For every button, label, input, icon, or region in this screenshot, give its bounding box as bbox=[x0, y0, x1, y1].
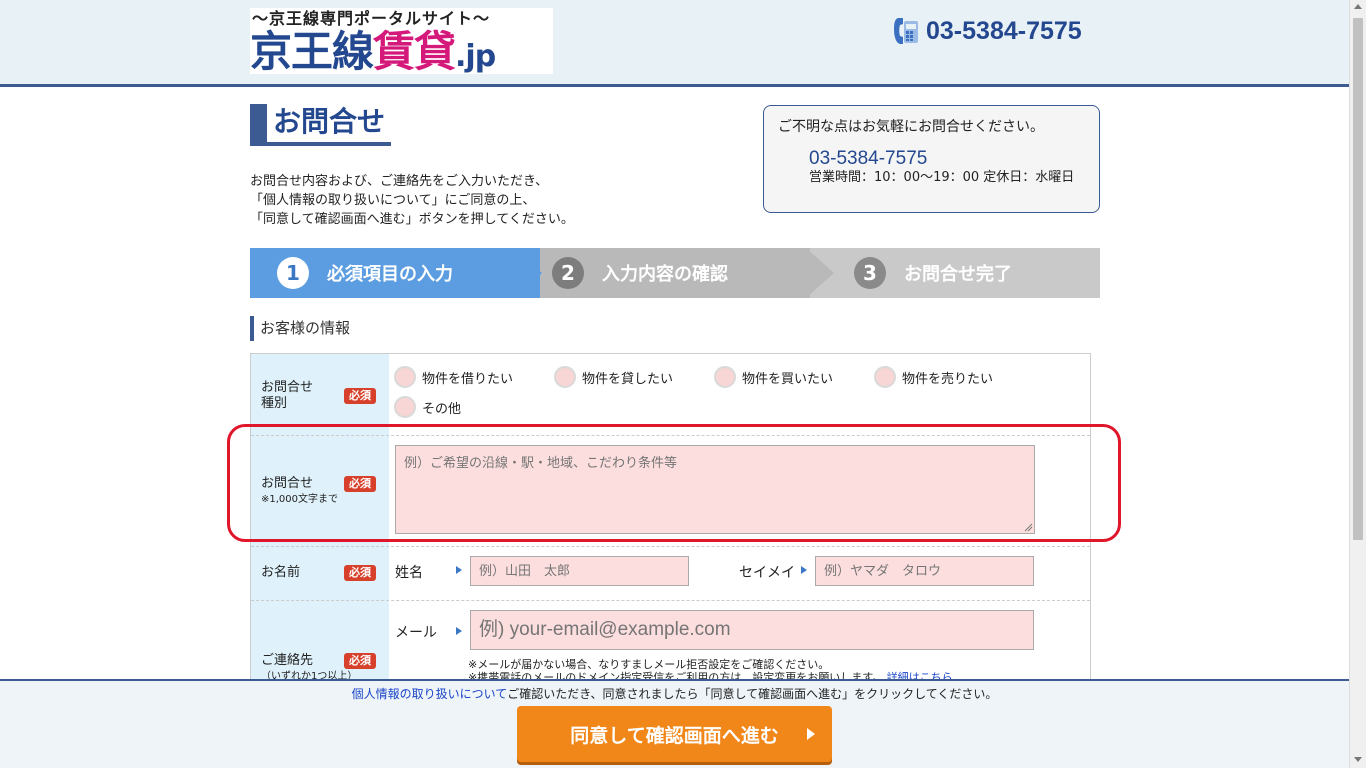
radio-sell[interactable]: 物件を売りたい bbox=[874, 366, 993, 388]
required-badge: 必須 bbox=[344, 565, 376, 581]
arrow-right-icon bbox=[801, 566, 807, 574]
intro-text: お問合せ内容および、ご連絡先をご入力いただき、 「個人情報の取り扱いについて」に… bbox=[250, 174, 574, 227]
arrow-right-icon bbox=[456, 566, 462, 574]
radio-lend[interactable]: 物件を貸したい bbox=[554, 366, 673, 388]
radio-circle[interactable] bbox=[714, 366, 736, 388]
required-badge: 必須 bbox=[344, 388, 376, 404]
highlight-annotation bbox=[227, 424, 1121, 542]
mail-label: メール bbox=[395, 625, 437, 641]
email-input[interactable] bbox=[470, 610, 1034, 650]
step-3-label: お問合せ完了 bbox=[904, 264, 1012, 285]
step-3: 3 お問合せ完了 bbox=[834, 248, 1100, 298]
radio-circle[interactable] bbox=[874, 366, 896, 388]
header-phone[interactable]: 03-5384-7575 bbox=[892, 14, 1082, 48]
step-2-number: 2 bbox=[552, 257, 584, 289]
required-badge: 必須 bbox=[344, 653, 376, 669]
step-1-number: 1 bbox=[277, 257, 309, 289]
site-logo[interactable]: 〜京王線専門ポータルサイト〜 京王線賃貸.jp bbox=[250, 8, 553, 76]
row-divider bbox=[251, 600, 1090, 601]
scroll-thumb[interactable] bbox=[1353, 18, 1363, 540]
logo-part-keio: 京王線 bbox=[250, 27, 374, 76]
logo-wordmark: 京王線賃貸.jp bbox=[250, 27, 496, 76]
logo-part-chintai: 賃貸 bbox=[373, 27, 456, 76]
step-1-active: 1 必須項目の入力 bbox=[250, 248, 540, 298]
arrow-right-icon bbox=[807, 728, 815, 740]
logo-part-jp: .jp bbox=[455, 39, 496, 74]
radio-buy[interactable]: 物件を買いたい bbox=[714, 366, 833, 388]
radio-rent[interactable]: 物件を借りたい bbox=[394, 366, 513, 388]
contact-info-box: ご不明な点はお気軽にお問合せください。 03-5384-7575 営業時間：10… bbox=[763, 105, 1100, 213]
step-1-label: 必須項目の入力 bbox=[327, 264, 453, 285]
page-scrollbar[interactable] bbox=[1349, 0, 1366, 768]
type-label: お問合せ 種別 bbox=[261, 380, 314, 411]
kana-name-label: セイメイ bbox=[739, 565, 795, 581]
step-3-number: 3 bbox=[854, 257, 886, 289]
radio-circle[interactable] bbox=[394, 366, 416, 388]
agree-text: 個人情報の取り扱いについてご確認いただき、同意されましたら「同意して確認画面へ進… bbox=[351, 687, 998, 701]
radio-circle[interactable] bbox=[554, 366, 576, 388]
submit-bar: 個人情報の取り扱いについてご確認いただき、同意されましたら「同意して確認画面へ進… bbox=[0, 679, 1349, 768]
contact-phone[interactable]: 03-5384-7575 bbox=[809, 148, 927, 170]
name-label: お名前 bbox=[261, 565, 301, 580]
contact-lead: ご不明な点はお気軽にお問合せください。 bbox=[778, 119, 1044, 135]
section-title-customer: お客様の情報 bbox=[250, 316, 350, 341]
radio-circle[interactable] bbox=[394, 396, 416, 418]
header-phone-number: 03-5384-7575 bbox=[926, 16, 1082, 45]
agree-confirm-button[interactable]: 同意して確認画面へ進む bbox=[517, 706, 832, 762]
step-2-arrow bbox=[806, 248, 834, 298]
kanji-name-input[interactable] bbox=[470, 556, 689, 586]
row-divider bbox=[251, 546, 1090, 547]
scroll-up-arrow-icon[interactable] bbox=[1354, 4, 1362, 9]
step-1-arrow bbox=[514, 248, 542, 298]
step-2: 2 入力内容の確認 bbox=[540, 248, 810, 298]
kana-name-input[interactable] bbox=[815, 556, 1034, 586]
privacy-policy-link[interactable]: 個人情報の取り扱いについて bbox=[352, 687, 508, 701]
arrow-right-icon bbox=[456, 627, 462, 635]
progress-steps: 3 お問合せ完了 2 入力内容の確認 1 必須項目の入力 bbox=[250, 248, 1100, 298]
kanji-name-label: 姓名 bbox=[395, 565, 423, 581]
scroll-down-arrow-icon[interactable] bbox=[1354, 757, 1362, 762]
phone-icon bbox=[894, 18, 918, 44]
step-2-label: 入力内容の確認 bbox=[602, 264, 728, 285]
business-hours: 営業時間：10：00〜19：00 定休日：水曜日 bbox=[809, 170, 1075, 185]
site-header: 〜京王線専門ポータルサイト〜 京王線賃貸.jp 03-5384-7575 bbox=[0, 0, 1349, 87]
radio-other[interactable]: その他 bbox=[394, 396, 461, 418]
page-title: お問合せ bbox=[250, 104, 392, 146]
